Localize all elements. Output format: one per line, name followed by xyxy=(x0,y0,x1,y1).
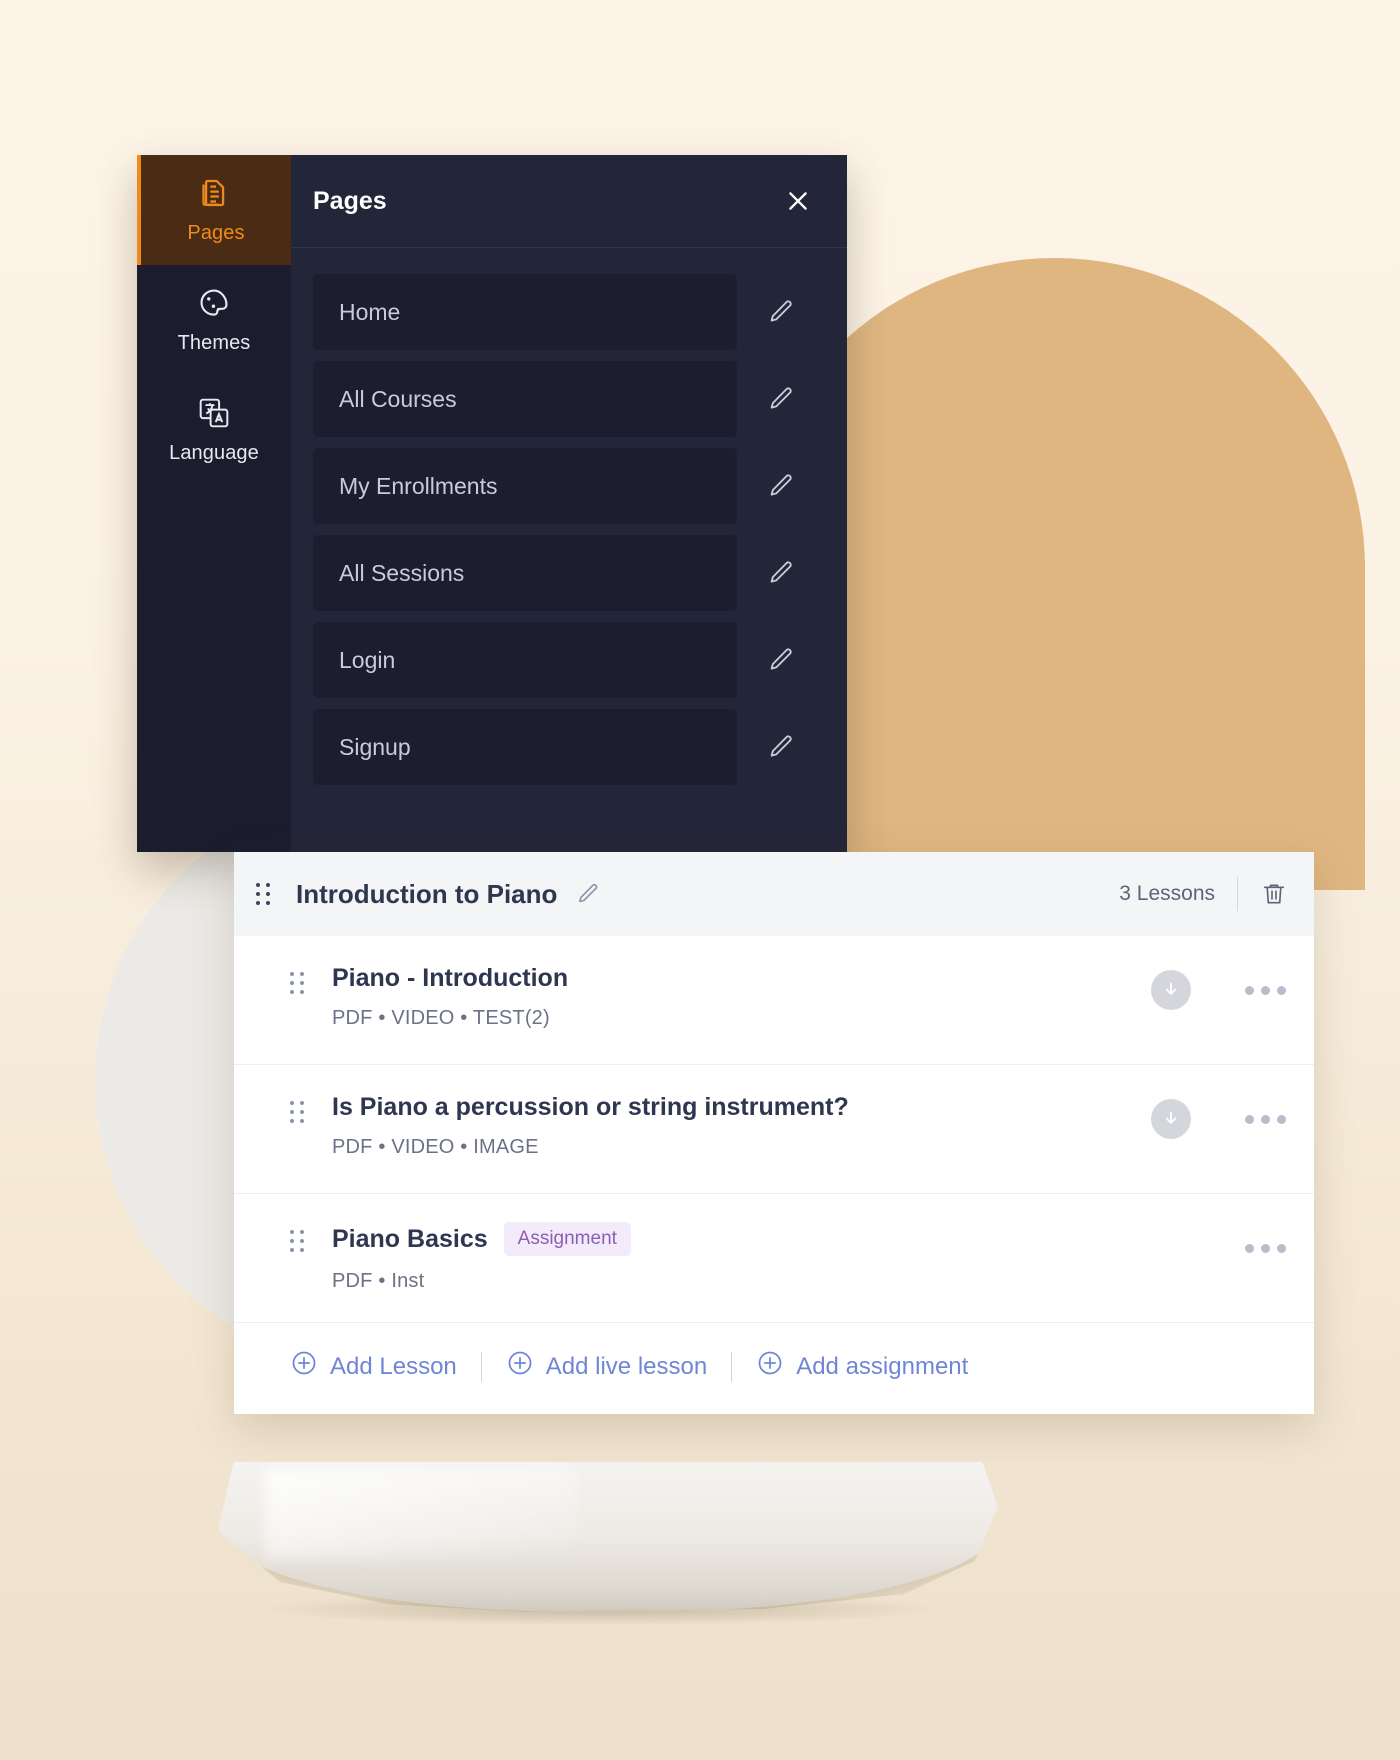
pages-document-icon xyxy=(199,176,233,210)
list-item: All Sessions xyxy=(313,535,817,611)
sidebar-item-label: Themes xyxy=(177,331,251,354)
lesson-meta: PDF • Inst xyxy=(332,1270,425,1292)
palette-icon xyxy=(197,286,231,320)
download-placeholder xyxy=(1151,1228,1191,1268)
more-options-icon[interactable] xyxy=(1243,1236,1288,1261)
sidebar-item-label: Language xyxy=(169,441,259,464)
lesson-title-text: Piano Basics xyxy=(332,1224,488,1253)
site-editor-panel: Pages Themes Language Pages Home All Cou… xyxy=(137,155,847,852)
lesson-title-text: Piano - Introduction xyxy=(332,964,569,992)
pages-panel-header: Pages xyxy=(291,155,847,248)
add-assignment-label: Add assignment xyxy=(796,1352,969,1380)
sidebar-item-language[interactable]: Language xyxy=(137,375,291,485)
pencil-icon[interactable] xyxy=(745,535,817,611)
divider xyxy=(480,1351,482,1382)
lesson-meta: PDF • VIDEO • TEST(2) xyxy=(332,1007,550,1029)
lesson-title: Piano - Introduction xyxy=(332,964,1131,993)
page-item-all-sessions[interactable]: All Sessions xyxy=(313,535,737,611)
lesson-title: Is Piano a percussion or string instrume… xyxy=(332,1093,1131,1122)
editor-sidebar-rail: Pages Themes Language xyxy=(137,155,291,852)
lesson-title-text: Is Piano a percussion or string instrume… xyxy=(332,1093,849,1121)
table-row: Piano Basics Assignment PDF • Inst xyxy=(234,1194,1314,1323)
page-item-home[interactable]: Home xyxy=(313,274,737,350)
podium-highlight xyxy=(264,1468,577,1558)
lesson-content: Piano Basics Assignment PDF • Inst xyxy=(332,1222,1131,1293)
page-item-my-enrollments[interactable]: My Enrollments xyxy=(313,448,737,524)
table-row: Is Piano a percussion or string instrume… xyxy=(234,1065,1314,1194)
course-section-header-actions: 3 Lessons xyxy=(1119,877,1288,911)
list-item: My Enrollments xyxy=(313,448,817,524)
lesson-content: Piano - Introduction PDF • VIDEO • TEST(… xyxy=(332,964,1131,1030)
translate-icon xyxy=(197,396,231,430)
plus-circle-icon xyxy=(506,1349,534,1384)
more-options-icon[interactable] xyxy=(1243,1107,1288,1132)
divider xyxy=(731,1351,733,1382)
trash-icon[interactable] xyxy=(1260,880,1288,908)
pencil-icon[interactable] xyxy=(745,361,817,437)
pencil-icon[interactable] xyxy=(745,622,817,698)
page-item-signup[interactable]: Signup xyxy=(313,709,737,785)
status-badge: Assignment xyxy=(503,1222,631,1256)
pages-panel-title: Pages xyxy=(313,186,387,215)
add-assignment-button[interactable]: Add assignment xyxy=(756,1349,968,1384)
add-live-lesson-button[interactable]: Add live lesson xyxy=(506,1349,707,1384)
sidebar-item-label: Pages xyxy=(187,221,245,244)
pages-list: Home All Courses My Enrollments All Sess… xyxy=(291,248,847,785)
divider xyxy=(1237,877,1238,911)
pencil-icon[interactable] xyxy=(745,274,817,350)
download-icon[interactable] xyxy=(1151,1099,1191,1139)
add-lesson-button[interactable]: Add Lesson xyxy=(290,1349,457,1384)
lesson-count-label: 3 Lessons xyxy=(1119,882,1215,905)
lesson-add-actions: Add Lesson Add live lesson Add assignmen… xyxy=(234,1323,1314,1414)
table-row: Piano - Introduction PDF • VIDEO • TEST(… xyxy=(234,936,1314,1065)
plus-circle-icon xyxy=(290,1349,318,1384)
pencil-icon[interactable] xyxy=(745,448,817,524)
pencil-icon[interactable] xyxy=(745,709,817,785)
sidebar-item-pages[interactable]: Pages xyxy=(137,155,291,265)
screenshot-stage: Pages Themes Language Pages Home All Cou… xyxy=(0,0,1400,1760)
course-section-header: Introduction to Piano 3 Lessons xyxy=(234,852,1314,936)
more-options-icon[interactable] xyxy=(1243,978,1288,1003)
pencil-icon[interactable] xyxy=(575,881,601,907)
drag-handle-icon[interactable] xyxy=(290,972,308,994)
stone-podium xyxy=(218,1462,998,1612)
close-icon[interactable] xyxy=(781,184,815,218)
list-item: Home xyxy=(313,274,817,350)
drag-handle-icon[interactable] xyxy=(290,1230,308,1252)
pages-panel: Pages Home All Courses My Enrollments Al… xyxy=(291,155,847,852)
list-item: All Courses xyxy=(313,361,817,437)
lesson-content: Is Piano a percussion or string instrume… xyxy=(332,1093,1131,1159)
lesson-list: Piano - Introduction PDF • VIDEO • TEST(… xyxy=(234,936,1314,1323)
drag-handle-icon[interactable] xyxy=(290,1101,308,1123)
list-item: Login xyxy=(313,622,817,698)
lesson-actions xyxy=(1151,970,1288,1010)
drag-handle-icon[interactable] xyxy=(256,883,274,905)
add-lesson-label: Add Lesson xyxy=(330,1352,457,1380)
plus-circle-icon xyxy=(756,1349,784,1384)
lesson-title: Piano Basics Assignment xyxy=(332,1222,1131,1256)
lesson-actions xyxy=(1151,1228,1288,1268)
page-item-login[interactable]: Login xyxy=(313,622,737,698)
download-icon[interactable] xyxy=(1151,970,1191,1010)
lesson-actions xyxy=(1151,1099,1288,1139)
page-item-all-courses[interactable]: All Courses xyxy=(313,361,737,437)
page-title: Introduction to Piano xyxy=(296,878,558,909)
sidebar-item-themes[interactable]: Themes xyxy=(137,265,291,375)
course-section-card: Introduction to Piano 3 Lessons Piano - … xyxy=(234,852,1314,1414)
podium-body xyxy=(218,1462,998,1612)
list-item: Signup xyxy=(313,709,817,785)
add-live-lesson-label: Add live lesson xyxy=(545,1352,708,1380)
lesson-meta: PDF • VIDEO • IMAGE xyxy=(332,1136,539,1158)
